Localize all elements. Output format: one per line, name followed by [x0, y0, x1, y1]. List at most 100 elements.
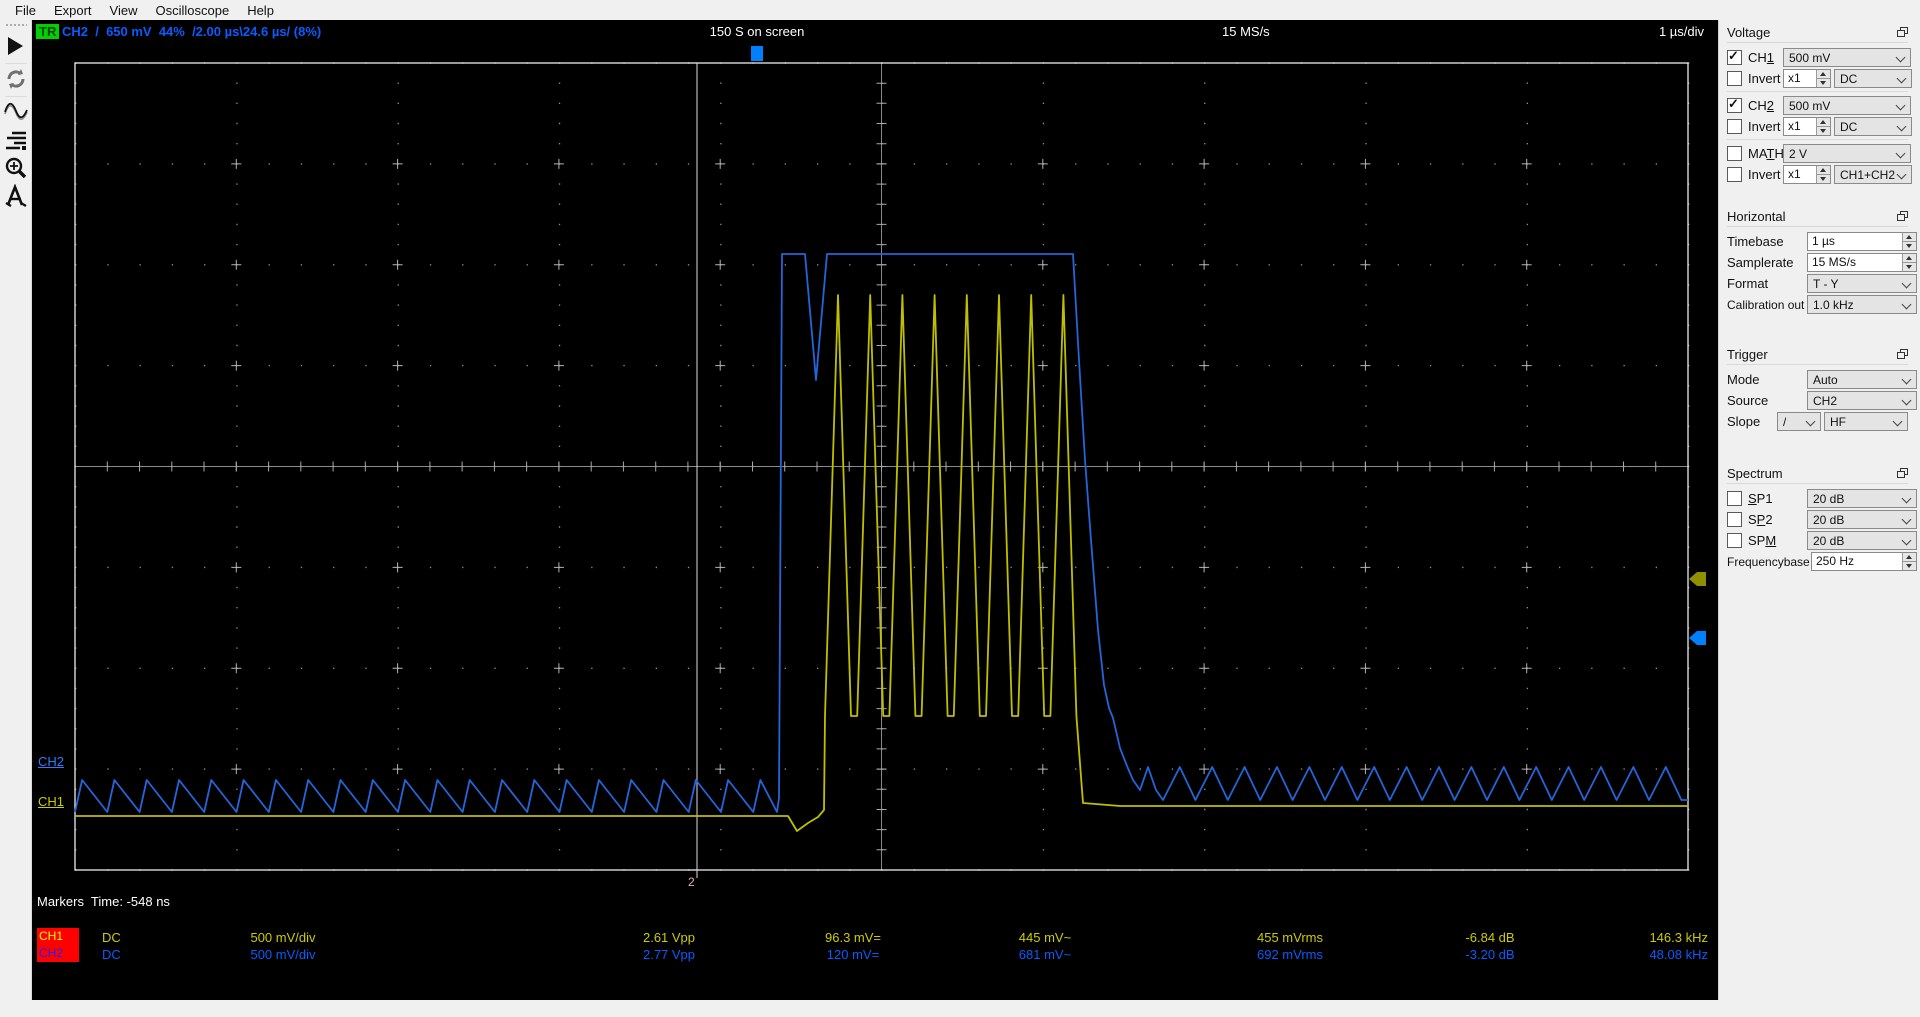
calibration-out-label: Calibration out: [1727, 298, 1807, 312]
spin-down-icon[interactable]: [1817, 126, 1830, 135]
trigger-panel: Trigger Mode Auto Source CH2 Slope / HF: [1727, 344, 1908, 431]
sp2-checkbox[interactable]: [1727, 512, 1742, 527]
trigger-status-badge: TR: [36, 24, 59, 39]
markers-info-text: Markers Time: -548 ns: [37, 894, 170, 909]
channel-badge[interactable]: CH1 CH2: [37, 928, 79, 962]
spin-down-icon[interactable]: [1817, 78, 1830, 87]
menu-file[interactable]: File: [6, 1, 45, 20]
menu-bar: File Export View Oscilloscope Help: [0, 0, 1920, 20]
horizontal-panel: Horizontal Timebase 1 µs Samplerate 15 M…: [1727, 206, 1908, 314]
math-label: MATH: [1748, 146, 1784, 161]
ch2-label: CH2: [1748, 98, 1774, 113]
ch2-enable-checkbox[interactable]: [1727, 98, 1742, 113]
ch1-range-select[interactable]: 500 mV: [1783, 48, 1911, 67]
spin-up-icon[interactable]: [1903, 233, 1916, 241]
calibration-out-select[interactable]: 1.0 kHz: [1807, 295, 1917, 314]
reset-button[interactable]: [2, 66, 30, 92]
chevron-down-icon: [1897, 170, 1907, 180]
menu-oscilloscope[interactable]: Oscilloscope: [146, 1, 238, 20]
trigger-mode-select[interactable]: Auto: [1807, 370, 1917, 389]
spectrum-panel: Spectrum SP1 20 dB SP2 20 dB SPM 20 dB F…: [1727, 463, 1908, 571]
chevron-down-icon: [1902, 279, 1912, 289]
spin-up-icon[interactable]: [1817, 166, 1830, 174]
spin-down-icon[interactable]: [1817, 174, 1830, 183]
levels-icon: [4, 130, 28, 150]
toolbar-grip[interactable]: [5, 23, 27, 27]
ch1-multiplier-spinner[interactable]: x1: [1783, 69, 1831, 88]
ch1-vac: 445 mV~: [1019, 930, 1071, 945]
math-multiplier-spinner[interactable]: x1: [1783, 165, 1831, 184]
ch2-coupling: DC: [102, 947, 121, 962]
trigger-source-select[interactable]: CH2: [1807, 391, 1917, 410]
signal-generator-button[interactable]: [2, 99, 30, 125]
trigger-filter-select[interactable]: HF: [1824, 412, 1908, 431]
ch2-coupling-select[interactable]: DC: [1834, 117, 1912, 136]
math-operation-select[interactable]: CH1+CH2: [1834, 165, 1912, 184]
spin-up-icon[interactable]: [1817, 70, 1830, 78]
tools-icon: [4, 184, 28, 208]
ch2-scale: 500 mV/div: [250, 947, 315, 962]
scope-canvas[interactable]: [32, 20, 1718, 1000]
menu-help[interactable]: Help: [238, 1, 283, 20]
sp2-label: SP2: [1748, 512, 1773, 527]
frequencybase-spinner[interactable]: 250 Hz: [1811, 552, 1917, 571]
ch1-db: -6.84 dB: [1465, 930, 1514, 945]
chevron-down-icon: [1902, 396, 1912, 406]
spm-checkbox[interactable]: [1727, 533, 1742, 548]
spin-down-icon[interactable]: [1903, 241, 1916, 250]
ch1-coupling: DC: [102, 930, 121, 945]
ch1-enable-checkbox[interactable]: [1727, 50, 1742, 65]
format-select[interactable]: T - Y: [1807, 274, 1917, 293]
spin-up-icon[interactable]: [1903, 254, 1916, 262]
spectrum-panel-title: Spectrum: [1727, 466, 1783, 481]
timebase-label: 1 µs/div: [1659, 24, 1704, 39]
ch2-range-select[interactable]: 500 mV: [1783, 96, 1911, 115]
format-label: Format: [1727, 276, 1807, 291]
play-icon: [8, 37, 23, 55]
spin-up-icon[interactable]: [1903, 553, 1916, 561]
trigger-source-label: Source: [1727, 393, 1807, 408]
ch1-vdc: 96.3 mV=: [825, 930, 881, 945]
run-button[interactable]: [2, 33, 30, 59]
chevron-down-icon: [1806, 417, 1816, 427]
ch2-multiplier-spinner[interactable]: x1: [1783, 117, 1831, 136]
math-range-select[interactable]: 2 V: [1783, 144, 1911, 163]
spm-db-select[interactable]: 20 dB: [1807, 531, 1917, 550]
ch2-invert-label: Invert: [1748, 119, 1781, 134]
math-enable-checkbox[interactable]: [1727, 146, 1742, 161]
menu-view[interactable]: View: [101, 1, 147, 20]
ch1-label: CH1: [1748, 50, 1774, 65]
samplerate-spinner[interactable]: 15 MS/s: [1807, 253, 1917, 272]
undock-icon[interactable]: [1897, 349, 1908, 359]
chevron-down-icon: [1902, 494, 1912, 504]
zoom-button[interactable]: [2, 155, 30, 181]
ch2-invert-checkbox[interactable]: [1727, 119, 1742, 134]
trigger-panel-title: Trigger: [1727, 347, 1768, 362]
undock-icon[interactable]: [1897, 27, 1908, 37]
trigger-info-text: CH2 / 650 mV 44% /2.00 µs\24.6 µs/ (8%): [62, 24, 321, 39]
spin-up-icon[interactable]: [1817, 118, 1830, 126]
undock-icon[interactable]: [1897, 468, 1908, 478]
sp1-db-select[interactable]: 20 dB: [1807, 489, 1917, 508]
spin-down-icon[interactable]: [1903, 262, 1916, 271]
chevron-down-icon: [1896, 101, 1906, 111]
spin-down-icon[interactable]: [1903, 561, 1916, 570]
ch1-invert-checkbox[interactable]: [1727, 71, 1742, 86]
timebase-spinner[interactable]: 1 µs: [1807, 232, 1917, 251]
chevron-down-icon: [1896, 149, 1906, 159]
trigger-slope-select[interactable]: /: [1777, 412, 1821, 431]
marker-2-label[interactable]: 2: [688, 875, 695, 890]
sp1-checkbox[interactable]: [1727, 491, 1742, 506]
ch1-coupling-select[interactable]: DC: [1834, 69, 1912, 88]
ch1-freq: 146.3 kHz: [1649, 930, 1708, 945]
levels-button[interactable]: [2, 127, 30, 153]
ch1-trace-label[interactable]: CH1: [38, 795, 64, 809]
sp2-db-select[interactable]: 20 dB: [1807, 510, 1917, 529]
frequencybase-label: Frequencybase: [1727, 555, 1811, 569]
math-invert-checkbox[interactable]: [1727, 167, 1742, 182]
horizontal-panel-title: Horizontal: [1727, 209, 1786, 224]
undock-icon[interactable]: [1897, 211, 1908, 221]
settings-button[interactable]: [2, 183, 30, 209]
menu-export[interactable]: Export: [45, 1, 101, 20]
ch2-trace-label[interactable]: CH2: [38, 755, 64, 769]
